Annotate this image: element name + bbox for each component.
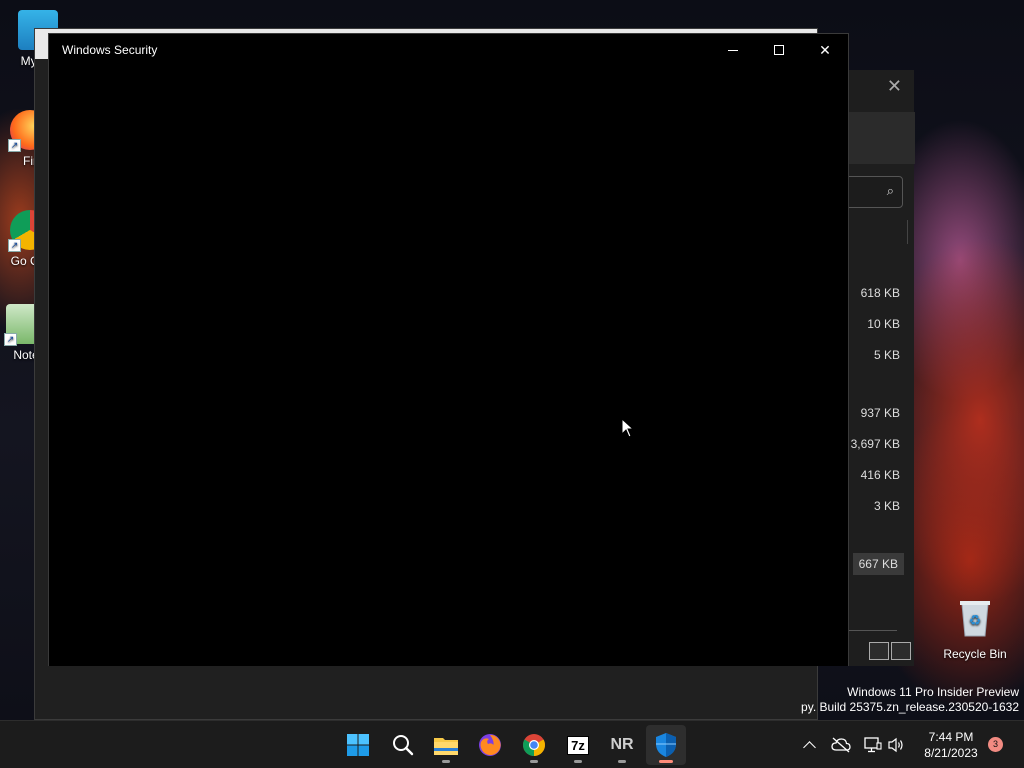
file-size-selected[interactable]: 667 KB (852, 553, 904, 575)
cloud-off-icon (831, 737, 851, 753)
file-size: 618 KB (860, 286, 900, 300)
status-divider (847, 630, 897, 631)
details-view-button[interactable] (869, 642, 889, 660)
taskbar-chrome[interactable] (514, 725, 554, 765)
running-indicator (659, 760, 673, 763)
recycle-bin-label: Recycle Bin (943, 647, 1007, 661)
taskbar-7zip[interactable]: 7z (558, 725, 598, 765)
window-content (49, 66, 848, 666)
file-size: 937 KB (860, 406, 900, 420)
7zip-icon: 7z (567, 735, 589, 755)
desktop-icon-recycle-bin[interactable]: ♻ Recycle Bin (938, 598, 1012, 661)
recycle-bin-icon: ♻ (960, 601, 990, 637)
chrome-icon (523, 734, 545, 756)
search-icon: ⌕ (886, 183, 894, 198)
shortcut-arrow-icon: ↗ (8, 139, 21, 152)
clock-time: 7:44 PM (928, 730, 974, 744)
firefox-icon (479, 734, 501, 756)
taskbar-firefox[interactable] (470, 725, 510, 765)
search-icon (393, 735, 414, 756)
running-indicator (574, 760, 582, 763)
close-button[interactable]: ✕ (802, 34, 848, 66)
maximize-icon (774, 45, 784, 55)
watermark-line-1: Windows 11 Pro Insider Preview (847, 685, 1019, 699)
running-indicator (530, 760, 538, 763)
header-divider (907, 220, 908, 244)
taskbar: 7z NR 7:44 PM 8/21/2023 3 (0, 720, 1024, 768)
speaker-icon (888, 737, 903, 753)
running-indicator (618, 760, 626, 763)
taskbar-file-explorer[interactable] (426, 725, 466, 765)
clock-date: 8/21/2023 (924, 746, 978, 760)
watermark-line-2: py. Build 25375.zn_release.230520-1632 (801, 700, 1019, 714)
mouse-cursor-icon (621, 418, 635, 438)
windows-security-window[interactable]: Windows Security ✕ (48, 33, 849, 666)
file-size: 416 KB (860, 468, 900, 482)
volume-tray-icon[interactable] (886, 735, 906, 755)
taskbar-search-button[interactable] (383, 725, 423, 765)
shortcut-arrow-icon: ↗ (8, 239, 21, 252)
notification-badge[interactable]: 3 (988, 737, 1003, 752)
shortcut-arrow-icon: ↗ (4, 333, 17, 346)
chevron-up-icon (802, 741, 816, 754)
folder-icon (434, 738, 458, 755)
running-indicator (442, 760, 450, 763)
window-title: Windows Security (62, 43, 158, 57)
taskbar-windows-security[interactable] (646, 725, 686, 765)
close-icon: ✕ (819, 41, 831, 58)
file-size: 3,697 KB (850, 437, 900, 451)
taskbar-clock[interactable]: 7:44 PM 8/21/2023 (916, 729, 986, 761)
taskbar-start-button[interactable] (338, 725, 378, 765)
maximize-button[interactable] (756, 34, 802, 66)
search-input[interactable]: ⌕ (843, 176, 903, 208)
minimize-button[interactable] (710, 34, 756, 66)
network-icon (864, 737, 882, 753)
network-tray-icon[interactable] (863, 735, 883, 755)
onedrive-tray-icon[interactable] (831, 735, 851, 755)
tiles-view-button[interactable] (891, 642, 911, 660)
file-size: 5 KB (873, 348, 900, 362)
shield-icon (656, 733, 676, 757)
close-icon[interactable]: ✕ (887, 76, 902, 97)
windows-start-icon (347, 734, 369, 756)
nr-icon: NR (610, 736, 634, 753)
minimize-icon (728, 49, 738, 51)
taskbar-nr[interactable]: NR (602, 725, 642, 765)
show-hidden-icons-button[interactable] (799, 735, 819, 755)
file-size: 3 KB (873, 499, 900, 513)
os-watermark: Windows 11 Pro Insider Preview py. Build… (801, 685, 1019, 715)
file-size: 10 KB (867, 317, 900, 331)
svg-text:♻: ♻ (969, 613, 982, 629)
